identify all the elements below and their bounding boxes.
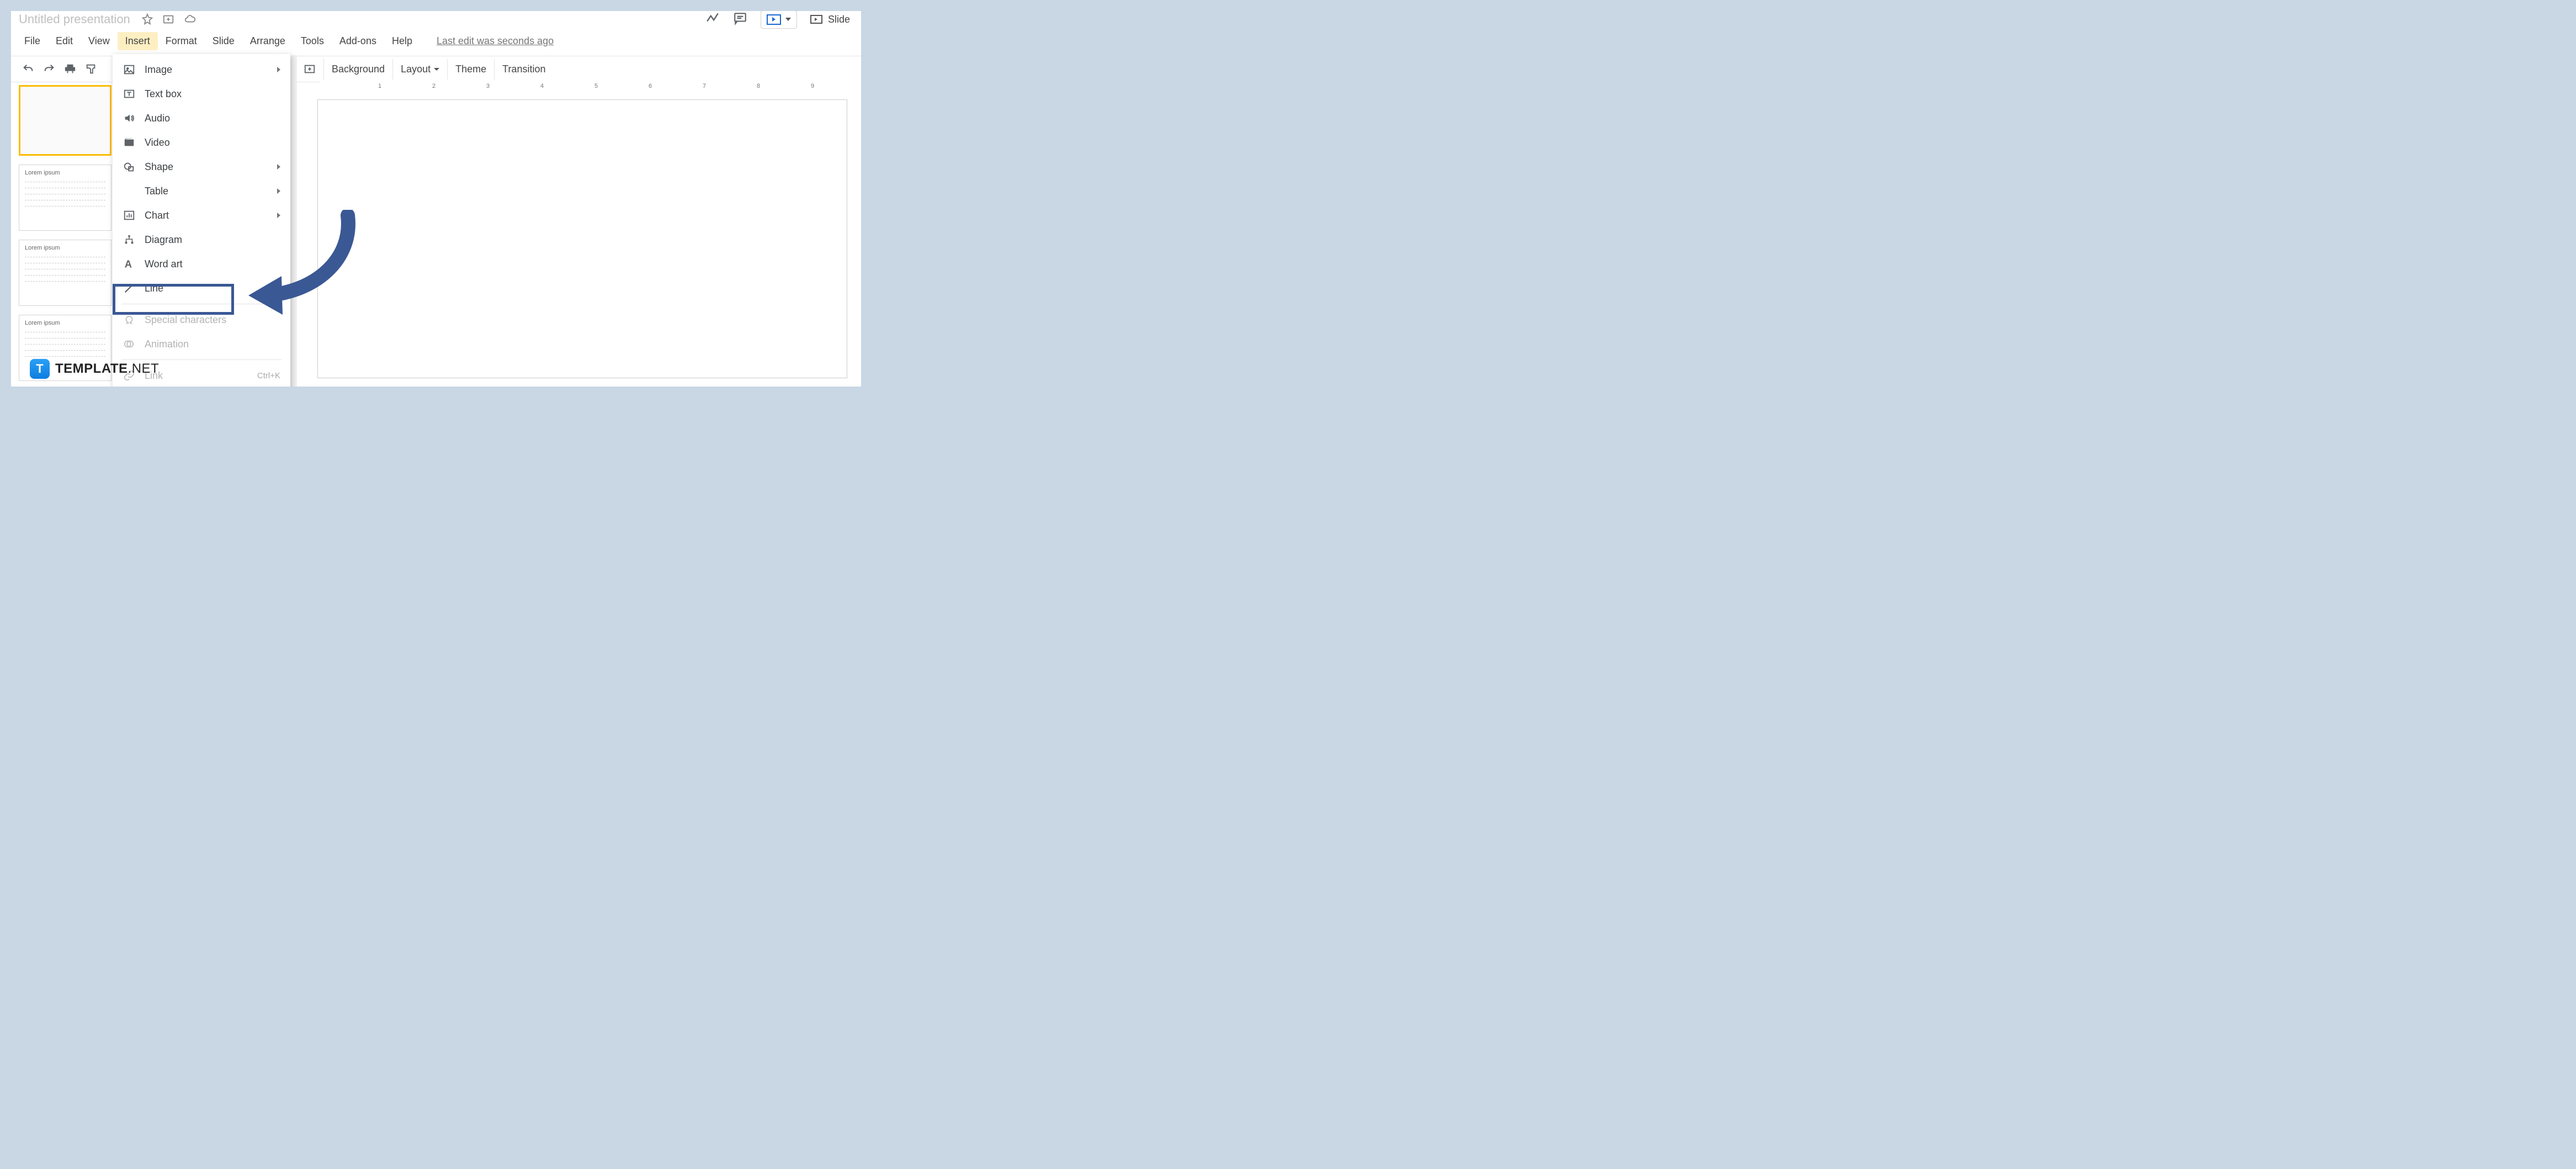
last-edit-link[interactable]: Last edit was seconds ago — [437, 35, 554, 47]
diagram-icon — [123, 234, 136, 246]
insert-wordart[interactable]: A Word art — [113, 252, 290, 276]
title-bar: Untitled presentation Slide — [11, 11, 861, 28]
cloud-icon[interactable] — [183, 13, 196, 25]
insert-dropdown: Image Text box Audio Video Shape — [113, 54, 290, 387]
shape-icon — [123, 161, 136, 173]
chevron-down-icon — [785, 18, 791, 21]
slideshow-label: Slide — [828, 14, 850, 25]
insert-diagram-label: Diagram — [145, 234, 182, 246]
omega-icon — [123, 314, 136, 326]
chevron-right-icon — [277, 188, 280, 194]
insert-image[interactable]: Image — [113, 57, 290, 82]
comments-icon[interactable] — [733, 11, 747, 28]
watermark: T TEMPLATE.NET — [30, 359, 159, 379]
new-slide-button[interactable] — [296, 59, 324, 80]
layout-button[interactable]: Layout — [393, 59, 448, 80]
chevron-right-icon — [277, 164, 280, 170]
svg-text:A: A — [125, 258, 132, 269]
menu-file[interactable]: File — [17, 32, 48, 50]
document-title[interactable]: Untitled presentation — [19, 12, 130, 27]
play-rect-icon — [810, 15, 822, 24]
transition-button[interactable]: Transition — [495, 59, 553, 80]
undo-icon[interactable] — [22, 63, 34, 75]
slideshow-button[interactable]: Slide — [810, 14, 850, 25]
app-window: Untitled presentation Slide — [11, 11, 861, 387]
insert-textbox-label: Text box — [145, 88, 182, 100]
insert-video-label: Video — [145, 137, 170, 149]
insert-line[interactable]: Line — [113, 276, 290, 300]
watermark-badge: T — [30, 359, 50, 379]
star-icon[interactable] — [141, 13, 153, 25]
slide-canvas[interactable] — [317, 99, 847, 378]
insert-textbox[interactable]: Text box — [113, 82, 290, 106]
textbox-icon — [123, 88, 136, 100]
watermark-text: TEMPLATE.NET — [55, 361, 159, 377]
menu-addons[interactable]: Add-ons — [332, 32, 384, 50]
line-icon — [123, 282, 136, 294]
move-icon[interactable] — [162, 13, 174, 25]
image-icon — [123, 64, 136, 76]
table-icon — [123, 185, 136, 197]
shortcut-label: Ctrl+K — [257, 371, 280, 380]
animation-icon — [123, 338, 136, 350]
thumb-text: Lorem ipsum — [25, 170, 105, 176]
print-icon[interactable] — [64, 63, 76, 75]
slide-thumbnails: Lorem ipsum Lorem ipsum Lorem ipsum — [11, 81, 116, 387]
menu-insert[interactable]: Insert — [118, 32, 158, 50]
insert-audio[interactable]: Audio — [113, 106, 290, 130]
redo-icon[interactable] — [43, 63, 55, 75]
insert-shape-label: Shape — [145, 161, 173, 173]
toolbar-right: Background Layout Theme Transition — [296, 59, 554, 80]
insert-table-label: Table — [145, 186, 168, 197]
insert-table[interactable]: Table — [113, 179, 290, 203]
insert-animation-label: Animation — [145, 338, 189, 350]
insert-chart[interactable]: Chart — [113, 203, 290, 228]
insert-image-label: Image — [145, 64, 172, 76]
insert-shape[interactable]: Shape — [113, 155, 290, 179]
thumb-text: Lorem ipsum — [25, 320, 105, 326]
slide-canvas-wrap — [317, 99, 856, 387]
present-dropdown[interactable] — [761, 11, 797, 29]
present-icon — [767, 14, 781, 25]
thumbnail[interactable]: Lorem ipsum — [19, 165, 111, 231]
insert-chart-label: Chart — [145, 210, 169, 221]
insert-special-label: Special characters — [145, 314, 226, 326]
background-button[interactable]: Background — [324, 59, 393, 80]
insert-video[interactable]: Video — [113, 130, 290, 155]
insert-line-label: Line — [145, 283, 163, 294]
menu-arrange[interactable]: Arrange — [242, 32, 293, 50]
thumbnail-selected[interactable] — [19, 85, 111, 156]
wordart-icon: A — [123, 258, 136, 270]
chevron-right-icon — [277, 285, 280, 291]
menu-view[interactable]: View — [81, 32, 118, 50]
chart-icon — [123, 209, 136, 221]
thumb-text: Lorem ipsum — [25, 245, 105, 251]
title-right-actions: Slide — [705, 11, 856, 29]
chevron-right-icon — [277, 67, 280, 72]
menu-help[interactable]: Help — [384, 32, 420, 50]
menu-edit[interactable]: Edit — [48, 32, 81, 50]
chevron-right-icon — [277, 213, 280, 218]
audio-icon — [123, 112, 136, 124]
insert-animation: Animation — [113, 332, 290, 356]
insert-special-characters: Special characters — [113, 308, 290, 332]
video-icon — [123, 136, 136, 149]
toolbar-left — [11, 63, 97, 75]
activity-icon[interactable] — [705, 11, 720, 28]
insert-diagram[interactable]: Diagram — [113, 228, 290, 252]
menu-slide[interactable]: Slide — [205, 32, 242, 50]
insert-audio-label: Audio — [145, 113, 170, 124]
paint-format-icon[interactable] — [85, 63, 97, 75]
insert-wordart-label: Word art — [145, 258, 183, 270]
menu-bar: File Edit View Insert Format Slide Arran… — [11, 28, 861, 56]
chevron-down-icon — [434, 68, 439, 71]
thumbnail[interactable]: Lorem ipsum — [19, 240, 111, 306]
menu-tools[interactable]: Tools — [293, 32, 332, 50]
layout-label: Layout — [401, 64, 431, 75]
menu-format[interactable]: Format — [158, 32, 205, 50]
theme-button[interactable]: Theme — [448, 59, 495, 80]
